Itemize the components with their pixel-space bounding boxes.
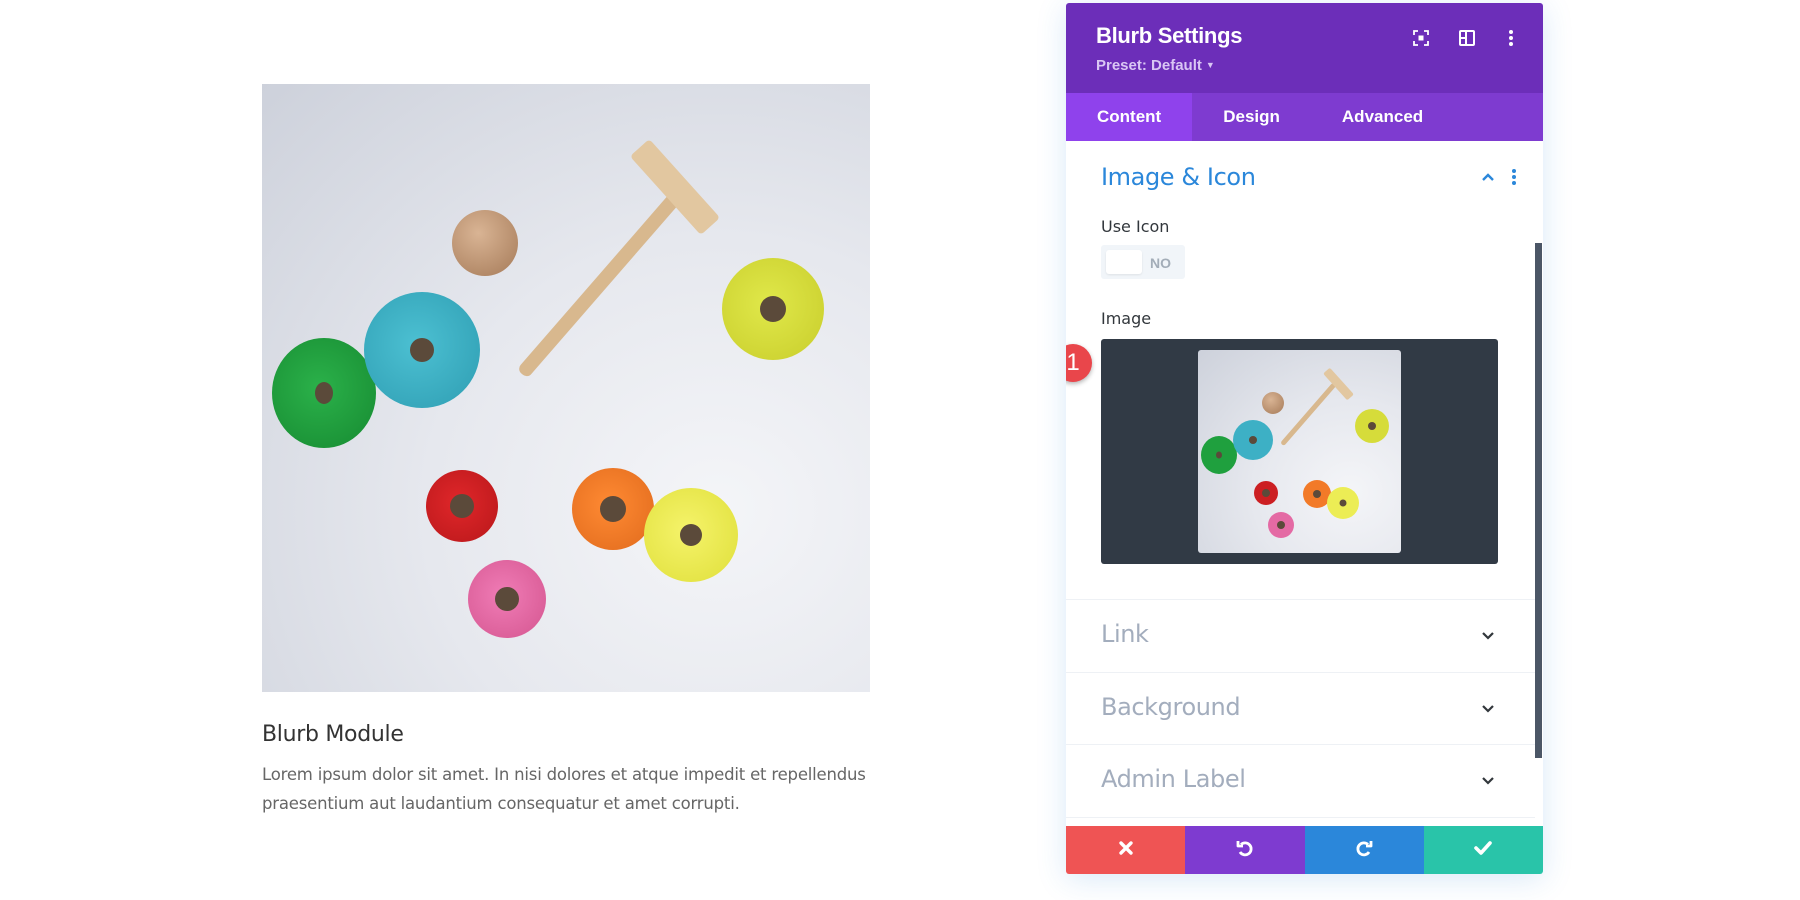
wooden-disc [629,138,721,236]
chevron-down-icon [1480,701,1496,717]
wooden-ball [452,210,518,276]
image-label: Image [1101,309,1152,328]
tab-advanced[interactable]: Advanced [1311,93,1454,141]
thumb-red [1254,481,1278,505]
section-options-icon[interactable] [1510,167,1518,187]
focus-mode-icon[interactable] [1412,29,1430,47]
thumb-yellow [1355,409,1389,443]
redo-button[interactable] [1304,826,1424,874]
panel-body: Image & Icon Use Icon NO Image 1 Link Ba… [1066,141,1543,826]
section-label: Background [1101,693,1241,721]
blurb-body: Lorem ipsum dolor sit amet. In nisi dolo… [262,765,866,813]
thumb-blue [1233,420,1273,460]
blue-ring [364,292,480,408]
image-thumbnail[interactable] [1198,350,1401,553]
red-ring [426,470,498,542]
cancel-button[interactable] [1066,826,1186,874]
panel-footer [1066,826,1543,874]
split-view-icon[interactable] [1458,29,1476,47]
preset-selector[interactable]: Preset: Default ▼ [1096,57,1215,74]
save-button[interactable] [1423,826,1543,874]
panel-header[interactable]: Blurb Settings Preset: Default ▼ [1066,3,1543,93]
thumb-green [1201,436,1237,474]
undo-icon [1235,838,1255,863]
wooden-peg [516,188,685,379]
pink-ring [468,560,546,638]
tab-design[interactable]: Design [1192,93,1311,141]
toggle-knob [1106,250,1142,274]
undo-button[interactable] [1185,826,1305,874]
use-icon-label: Use Icon [1101,217,1170,236]
blurb-settings-panel: Blurb Settings Preset: Default ▼ Content … [1066,3,1543,874]
blurb-title: Blurb Module [262,722,404,747]
close-icon [1118,840,1134,861]
section-label: Link [1101,620,1149,648]
green-ring [272,338,376,448]
more-options-icon[interactable] [1502,29,1520,47]
lemon-ring [644,488,738,582]
section-background[interactable]: Background [1066,673,1535,745]
panel-title: Blurb Settings [1096,23,1243,48]
redo-icon [1354,838,1374,863]
use-icon-toggle[interactable]: NO [1101,245,1185,279]
chevron-up-icon[interactable] [1480,169,1496,185]
thumb-ball [1262,392,1284,414]
section-title-image-icon[interactable]: Image & Icon [1101,163,1256,191]
section-link[interactable]: Link [1066,600,1535,672]
toggle-value: NO [1150,255,1171,271]
check-icon [1473,840,1493,861]
chevron-down-icon [1480,628,1496,644]
scrollbar[interactable] [1535,243,1542,758]
yellow-ring [722,258,824,360]
section-label: Admin Label [1101,765,1246,793]
chevron-down-icon [1480,773,1496,789]
orange-ring [572,468,654,550]
panel-tabs: Content Design Advanced [1066,93,1543,141]
step-badge: 1 [1066,344,1092,382]
image-upload-field[interactable]: 1 [1066,339,1498,564]
preset-label: Preset: Default [1096,57,1202,74]
thumb-lemon [1327,487,1359,519]
tab-content[interactable]: Content [1066,93,1193,141]
divider [1066,817,1535,818]
caret-down-icon: ▼ [1205,60,1215,70]
thumb-pink [1268,512,1294,538]
blurb-image [262,84,870,692]
thumb-peg [1280,382,1337,447]
section-admin-label[interactable]: Admin Label [1066,745,1535,817]
